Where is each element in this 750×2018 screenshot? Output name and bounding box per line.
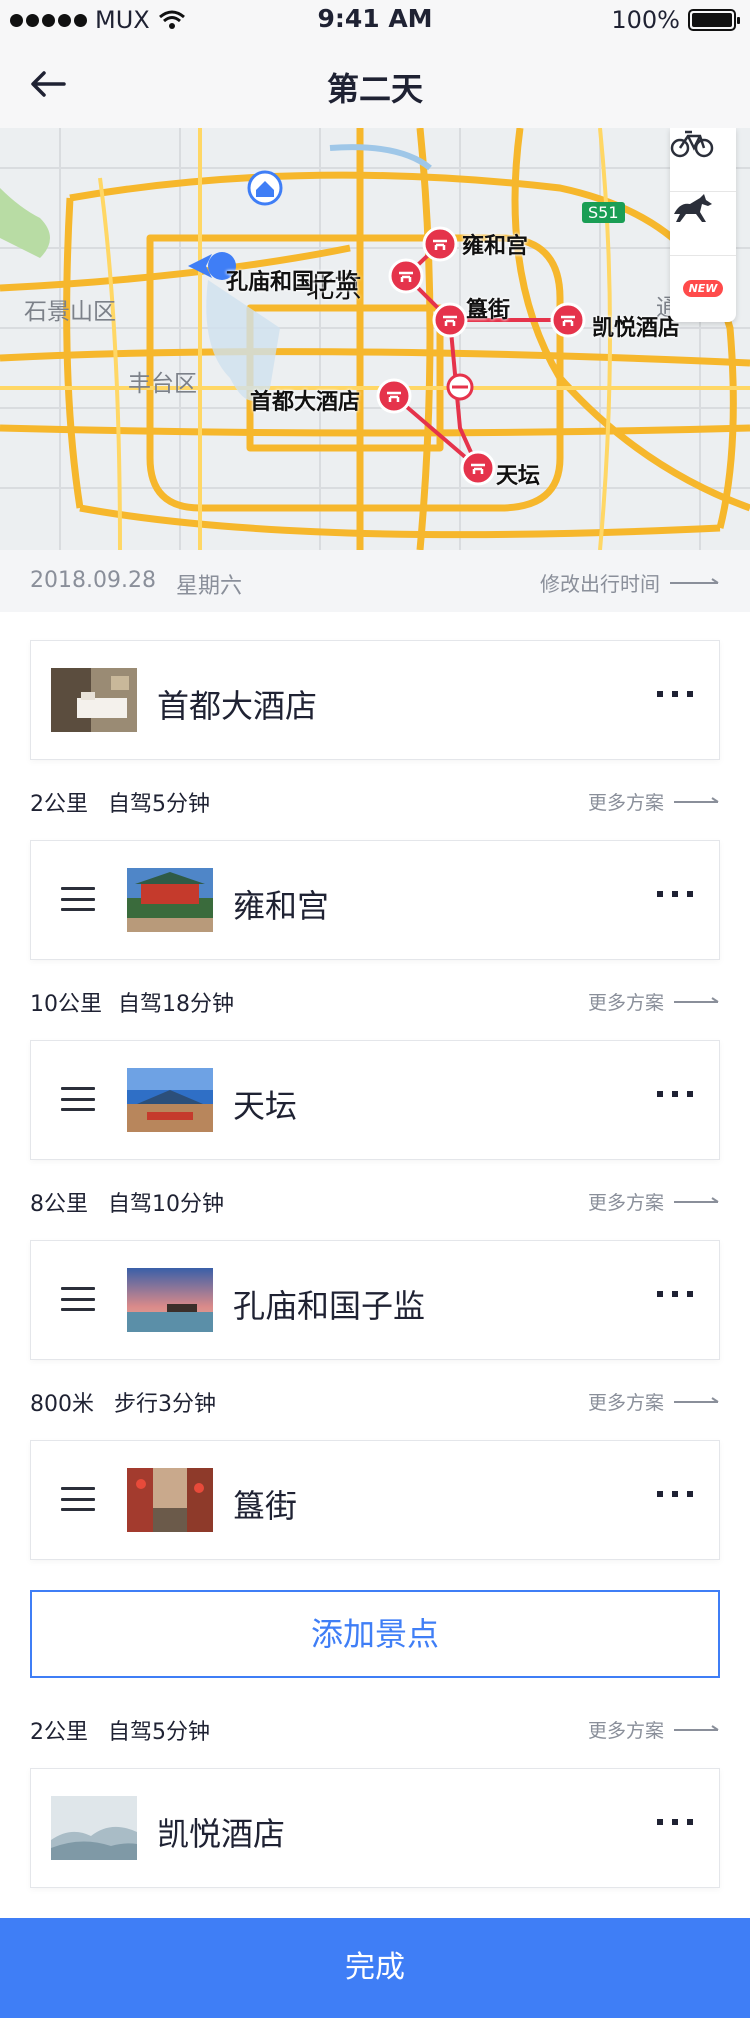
itinerary-card[interactable]: 天坛 bbox=[30, 1040, 720, 1160]
poi-label[interactable]: 雍和宫 bbox=[462, 228, 528, 260]
route-distance: 10公里 bbox=[30, 992, 102, 1017]
more-options-button[interactable] bbox=[657, 1819, 693, 1825]
new-badge: NEW bbox=[682, 279, 724, 297]
lama-temple-thumbnail bbox=[127, 868, 213, 932]
card-title: 孔庙和国子监 bbox=[233, 1287, 426, 1325]
arrow-right-icon bbox=[674, 1724, 719, 1731]
more-options-button[interactable] bbox=[657, 1291, 693, 1297]
route-mode: 自驾18分钟 bbox=[118, 992, 234, 1017]
battery-group: 100% bbox=[611, 6, 740, 34]
card-title: 雍和宫 bbox=[233, 887, 330, 925]
more-plans-label: 更多方案 bbox=[587, 992, 664, 1014]
change-time-label: 修改出行时间 bbox=[540, 572, 660, 596]
nav-bar: 第二天 bbox=[0, 40, 750, 128]
drag-handle-icon[interactable] bbox=[61, 1487, 95, 1511]
hotel-room-thumbnail bbox=[51, 668, 137, 732]
poi-label[interactable]: 凯悦酒店 bbox=[592, 310, 680, 342]
more-plans-link[interactable]: 更多方案 bbox=[588, 988, 720, 1015]
bike-mode-button[interactable] bbox=[670, 128, 736, 192]
change-time-link[interactable]: 修改出行时间 bbox=[540, 568, 720, 597]
new-mode-button[interactable]: NEW bbox=[670, 256, 736, 320]
poi-label[interactable]: 簋街 bbox=[466, 292, 510, 324]
district-label: 石景山区 bbox=[24, 299, 116, 325]
route-row: 800米 步行3分钟 更多方案 bbox=[30, 1380, 720, 1420]
more-plans-link[interactable]: 更多方案 bbox=[588, 1188, 720, 1215]
card-title: 首都大酒店 bbox=[157, 687, 318, 725]
card-title: 凯悦酒店 bbox=[157, 1815, 286, 1853]
district-label: 丰台区 bbox=[128, 371, 197, 397]
route-row: 2公里 自驾5分钟 更多方案 bbox=[30, 1708, 720, 1748]
route-mode: 自驾5分钟 bbox=[108, 792, 210, 817]
itinerary-card[interactable]: 首都大酒店 bbox=[30, 640, 720, 760]
hotel-placeholder-thumbnail bbox=[51, 1796, 137, 1860]
route-distance: 2公里 bbox=[30, 792, 88, 817]
more-plans-link[interactable]: 更多方案 bbox=[588, 1716, 720, 1743]
arrow-right-icon bbox=[674, 1196, 719, 1203]
battery-icon bbox=[688, 9, 740, 31]
page-title: 第二天 bbox=[326, 70, 423, 108]
route-distance: 2公里 bbox=[30, 1720, 88, 1745]
more-options-button[interactable] bbox=[657, 1091, 693, 1097]
trip-date: 2018.09.28 bbox=[30, 568, 156, 593]
drag-handle-icon[interactable] bbox=[61, 887, 95, 911]
itinerary-card[interactable]: 簋街 bbox=[30, 1440, 720, 1560]
poi-label[interactable]: 天坛 bbox=[496, 458, 540, 490]
more-plans-label: 更多方案 bbox=[587, 1392, 664, 1414]
add-spot-button[interactable]: 添加景点 bbox=[30, 1590, 720, 1678]
more-plans-label: 更多方案 bbox=[587, 792, 664, 814]
travel-mode-panel: NEW bbox=[670, 128, 736, 322]
confucius-temple-thumbnail bbox=[127, 1268, 213, 1332]
arrow-right-icon bbox=[674, 996, 719, 1003]
drag-handle-icon[interactable] bbox=[61, 1087, 95, 1111]
poi-label[interactable]: 首都大酒店 bbox=[250, 384, 360, 416]
route-distance: 8公里 bbox=[30, 1192, 88, 1217]
horse-mode-button[interactable] bbox=[670, 192, 736, 256]
drag-handle-icon[interactable] bbox=[61, 1287, 95, 1311]
more-options-button[interactable] bbox=[657, 1491, 693, 1497]
arrow-right-icon bbox=[674, 796, 719, 803]
itinerary-card[interactable]: 凯悦酒店 bbox=[30, 1768, 720, 1888]
battery-percent: 100% bbox=[611, 6, 680, 34]
highway-badge: S51 bbox=[582, 202, 625, 223]
ghost-street-thumbnail bbox=[127, 1468, 213, 1532]
route-mode: 步行3分钟 bbox=[114, 1392, 216, 1417]
itinerary-card[interactable]: 孔庙和国子监 bbox=[30, 1240, 720, 1360]
more-plans-link[interactable]: 更多方案 bbox=[588, 1388, 720, 1415]
horse-icon bbox=[674, 194, 712, 222]
done-button[interactable]: 完成 bbox=[0, 1918, 750, 2018]
more-options-button[interactable] bbox=[657, 891, 693, 897]
more-options-button[interactable] bbox=[657, 691, 693, 697]
route-row: 2公里 自驾5分钟 更多方案 bbox=[30, 780, 720, 820]
route-row: 10公里 自驾18分钟 更多方案 bbox=[30, 980, 720, 1020]
route-map[interactable]: 石景山区 丰台区 通州区 北京 S51 孔庙和国子监 雍和宫 簋街 凯悦酒店 首… bbox=[0, 128, 750, 550]
poi-label[interactable]: 孔庙和国子监 bbox=[226, 264, 358, 296]
more-plans-link[interactable]: 更多方案 bbox=[588, 788, 720, 815]
date-row: 2018.09.28 星期六 修改出行时间 bbox=[0, 550, 750, 612]
arrow-right-icon bbox=[674, 1396, 719, 1403]
itinerary-card[interactable]: 雍和宫 bbox=[30, 840, 720, 960]
route-mode: 自驾10分钟 bbox=[108, 1192, 224, 1217]
more-plans-label: 更多方案 bbox=[587, 1720, 664, 1742]
arrow-right-icon bbox=[670, 577, 719, 584]
status-bar: MUX 9:41 AM 100% bbox=[0, 0, 750, 40]
more-plans-label: 更多方案 bbox=[587, 1192, 664, 1214]
bicycle-icon bbox=[670, 130, 714, 158]
card-title: 天坛 bbox=[233, 1087, 298, 1125]
temple-of-heaven-thumbnail bbox=[127, 1068, 213, 1132]
route-distance: 800米 bbox=[30, 1392, 94, 1417]
route-row: 8公里 自驾10分钟 更多方案 bbox=[30, 1180, 720, 1220]
trip-weekday: 星期六 bbox=[176, 574, 243, 599]
card-title: 簋街 bbox=[233, 1487, 298, 1525]
route-mode: 自驾5分钟 bbox=[108, 1720, 210, 1745]
